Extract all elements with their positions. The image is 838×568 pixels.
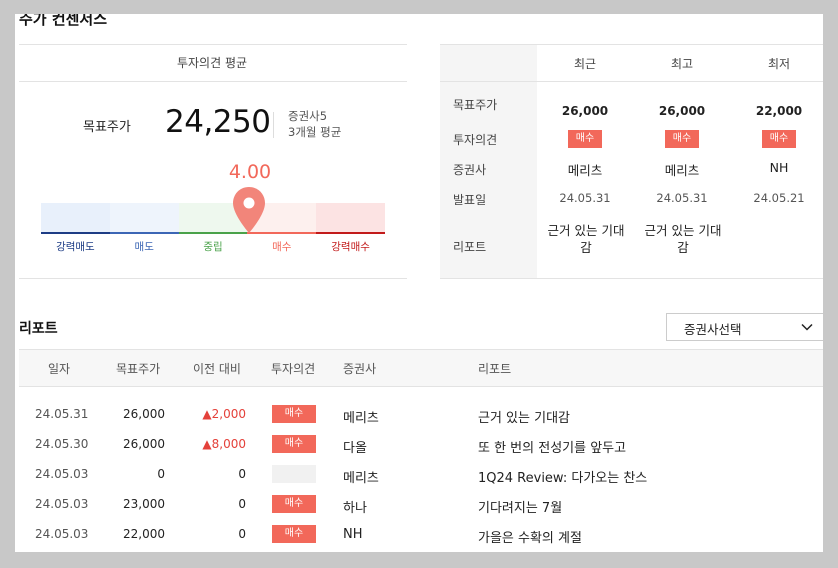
low-opinion-badge: 매수 (761, 130, 797, 148)
report-broker: 메리츠 (343, 471, 379, 486)
divider (19, 81, 407, 82)
report-title-link[interactable]: 1Q24 Review: 다가오는 찬스 (478, 467, 647, 486)
scale-label: 강력매도 (56, 241, 95, 253)
average-title: 투자의견 평균 (176, 56, 248, 70)
compare-header-recent: 최근 (573, 57, 597, 71)
report-title-link[interactable]: 또 한 번의 전성기를 앞두고 (478, 437, 626, 456)
scale-segment (316, 203, 385, 234)
recent-target: 26,000 (561, 104, 609, 118)
target-price-meta: 증권사5 3개월 평균 (288, 108, 341, 140)
report-opinion-badge (272, 465, 316, 483)
row-label-opinion: 투자의견 (453, 133, 498, 147)
report-change: ▲8,000 (202, 437, 246, 451)
divider (19, 44, 407, 45)
report-opinion-badge: 매수 (272, 405, 316, 423)
th-date: 일자 (48, 362, 71, 376)
report-target: 22,000 (123, 527, 165, 541)
scale-segment-line (41, 232, 110, 234)
report-target: 26,000 (123, 437, 165, 451)
scale-label: 중립 (203, 241, 223, 253)
map-pin-icon (233, 187, 265, 233)
high-target: 26,000 (658, 104, 706, 118)
report-opinion-badge: 매수 (272, 435, 316, 453)
broker-select[interactable]: 증권사선택 (666, 313, 823, 341)
recent-broker: 메리츠 (567, 163, 603, 178)
report-date: 24.05.03 (35, 527, 89, 541)
reports-title: 리포트 (19, 321, 58, 337)
scale-label: 매수 (272, 241, 292, 253)
consensus-panel: 주가 컨센서스 투자의견 평균 목표주가 24,250 증권사5 3개월 평균 … (15, 14, 823, 552)
recent-date: 24.05.31 (559, 191, 611, 205)
report-change: 0 (238, 497, 246, 511)
th-opinion: 투자의견 (271, 362, 316, 376)
average-period: 3개월 평균 (288, 125, 342, 139)
report-broker: 다올 (343, 441, 367, 456)
scale-segment-line (109, 232, 179, 234)
report-broker: 하나 (343, 501, 367, 516)
target-price-label: 목표주가 (83, 120, 131, 135)
report-broker: 메리츠 (343, 411, 379, 426)
compare-header-low: 최저 (767, 57, 791, 71)
divider (273, 112, 274, 138)
report-date: 24.05.30 (35, 437, 89, 451)
low-broker: NH (769, 160, 789, 175)
recent-report-link[interactable]: 근거 있는 기대감 (547, 222, 625, 256)
row-label-report: 리포트 (453, 240, 487, 254)
chevron-down-icon (801, 323, 813, 331)
report-target: 23,000 (123, 497, 165, 511)
high-opinion-badge: 매수 (664, 130, 700, 148)
scale-segment (109, 203, 179, 234)
divider (19, 278, 407, 279)
compare-header-high: 최고 (670, 57, 694, 71)
th-change: 이전 대비 (193, 362, 241, 376)
high-date: 24.05.31 (656, 191, 708, 205)
divider (440, 278, 823, 279)
divider (440, 44, 823, 45)
opinion-score: 4.00 (228, 161, 272, 183)
report-date: 24.05.03 (35, 497, 89, 511)
report-date: 24.05.31 (35, 407, 89, 421)
report-target: 0 (157, 467, 165, 481)
scale-segment-line (316, 232, 385, 234)
low-date: 24.05.21 (753, 191, 805, 205)
divider (19, 386, 823, 387)
target-price-value: 24,250 (165, 104, 271, 140)
high-report-link[interactable]: 근거 있는 기대감 (644, 222, 722, 256)
scale-label: 매도 (134, 241, 154, 253)
report-opinion-badge: 매수 (272, 525, 316, 543)
scale-segment (41, 203, 110, 234)
report-date: 24.05.03 (35, 467, 89, 481)
broker-select-label: 증권사선택 (684, 322, 742, 337)
row-label-date: 발표일 (453, 193, 487, 207)
report-change: ▲2,000 (202, 407, 246, 421)
row-label-broker: 증권사 (453, 163, 487, 177)
low-target: 22,000 (755, 104, 803, 118)
broker-count: 증권사5 (288, 109, 328, 123)
recent-opinion-badge: 매수 (567, 130, 603, 148)
th-report: 리포트 (478, 362, 512, 376)
report-title-link[interactable]: 가을은 수확의 계절 (478, 527, 582, 546)
report-opinion-badge: 매수 (272, 495, 316, 513)
report-title-link[interactable]: 기다려지는 7월 (478, 497, 562, 516)
report-broker: NH (343, 527, 363, 542)
scale-label: 강력매수 (331, 241, 370, 253)
row-label-target: 목표주가 (453, 98, 498, 112)
report-change: 0 (238, 467, 246, 481)
divider (440, 81, 823, 82)
section-title: 주가 컨센서스 (19, 14, 108, 28)
report-title-link[interactable]: 근거 있는 기대감 (478, 407, 570, 426)
th-target: 목표주가 (116, 362, 161, 376)
th-broker: 증권사 (343, 362, 377, 376)
report-target: 26,000 (123, 407, 165, 421)
report-change: 0 (238, 527, 246, 541)
high-broker: 메리츠 (664, 163, 700, 178)
